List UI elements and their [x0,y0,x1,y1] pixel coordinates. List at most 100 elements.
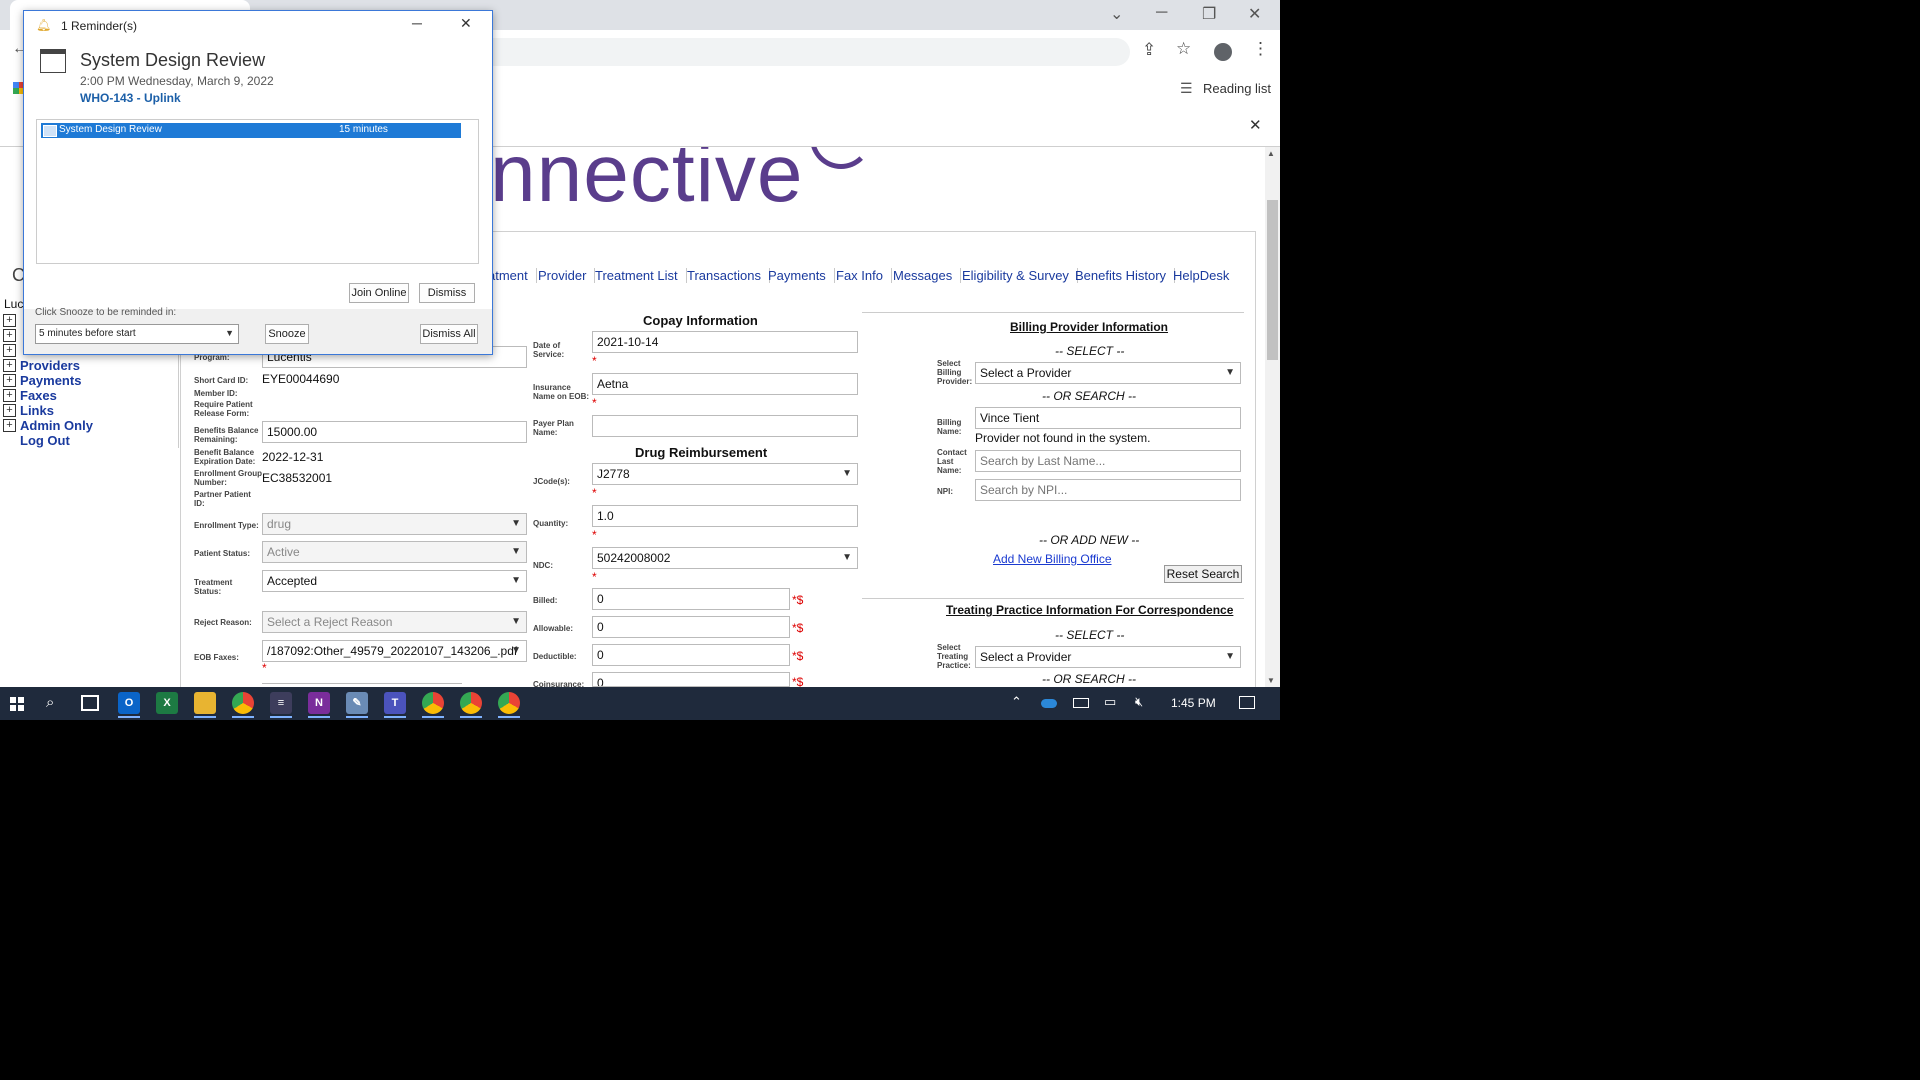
sidebar-item-admin-only[interactable]: Admin Only [20,418,93,433]
coinsurance-input[interactable]: 0 [592,672,790,687]
file-explorer-icon[interactable] [194,692,216,714]
chevron-down-icon: ▼ [1225,651,1235,662]
scrollbar-thumb[interactable] [1267,200,1278,360]
bookmark-star-icon[interactable]: ☆ [1176,39,1191,59]
terminal-icon[interactable]: ≡ [270,692,292,714]
reset-search-button[interactable]: Reset Search [1164,565,1242,583]
join-online-button[interactable]: Join Online [349,283,409,303]
expand-icon[interactable]: + [3,314,16,327]
sidebar-item-payments[interactable]: Payments [20,373,81,388]
clock-time[interactable]: 1:45 PM [1171,696,1216,710]
search-icon[interactable]: ⌕ [46,694,54,711]
expand-icon[interactable]: + [3,389,16,402]
profile-avatar-icon[interactable] [1214,43,1232,61]
tab-provider[interactable]: Provider [530,268,596,283]
eob-faxes-select[interactable]: /187092:Other_49579_20220107_143206_.pdf… [262,640,527,662]
event-title: System Design Review [80,50,266,70]
expand-icon[interactable]: + [3,344,16,357]
reading-list-button[interactable]: Reading list [1203,81,1271,96]
ndc-select[interactable]: 50242008002 ▼ [592,547,858,569]
insurance-name-input[interactable]: Aetna [592,373,858,395]
notepad-icon[interactable]: ✎ [346,692,368,714]
enrollment-group-value: EC38532001 [262,471,333,485]
treatment-status-select[interactable]: Accepted ▼ [262,570,527,592]
show-hidden-icons-chevron-icon[interactable]: ⌃ [1011,694,1022,710]
jcode-select[interactable]: J2778 ▼ [592,463,858,485]
volume-muted-icon[interactable]: 🔇︎ [1135,694,1143,710]
quantity-input[interactable]: 1.0 [592,505,858,527]
tab-eligibility-survey[interactable]: Eligibility & Survey [954,268,1078,283]
tab-payments[interactable]: Payments [760,268,835,283]
treating-practice-select[interactable]: Select a Provider ▼ [975,646,1241,668]
tab-helpdesk[interactable]: HelpDesk [1165,268,1237,283]
reminder-list [36,119,479,264]
reject-reason-select[interactable]: Select a Reject Reason ▼ [262,611,527,633]
battery-icon[interactable] [1073,698,1089,708]
sidebar-item-links[interactable]: Links [20,403,54,418]
expand-icon[interactable]: + [3,359,16,372]
billing-name-input[interactable]: Vince Tient [975,407,1241,429]
minimize-icon[interactable]: ─ [1156,4,1167,22]
enrollment-type-select[interactable]: drug ▼ [262,513,527,535]
snooze-button[interactable]: Snooze [265,324,309,344]
sidebar-logout-link[interactable]: Log Out [20,433,70,448]
scroll-down-arrow[interactable]: ▼ [1267,676,1275,685]
date-of-service-input[interactable]: 2021-10-14 [592,331,858,353]
dismiss-button[interactable]: Dismiss [419,283,475,303]
snooze-duration-select[interactable]: 5 minutes before start ▼ [35,324,239,344]
outlook-icon[interactable]: O [118,692,140,714]
expand-icon[interactable]: + [3,374,16,387]
allowable-input[interactable]: 0 [592,616,790,638]
payer-plan-input[interactable] [592,415,858,437]
quantity-value: 1.0 [597,509,614,523]
patient-status-select[interactable]: Active ▼ [262,541,527,563]
notifications-icon[interactable] [1239,696,1255,709]
close-infobar-icon[interactable]: ✕ [1249,116,1262,134]
sidebar-item-providers[interactable]: Providers [20,358,80,373]
tab-benefits-history[interactable]: Benefits History [1067,268,1176,283]
expand-icon[interactable]: + [3,329,16,342]
chevron-down-icon: ▼ [511,546,521,557]
event-location-link[interactable]: WHO-143 - Uplink [80,91,181,105]
deductible-input[interactable]: 0 [592,644,790,666]
network-icon[interactable]: ▭ [1104,694,1116,710]
patient-status-value: Active [267,545,300,559]
add-new-billing-office-link[interactable]: Add New Billing Office [993,552,1112,566]
expand-icon[interactable]: + [3,419,16,432]
dismiss-all-button[interactable]: Dismiss All [420,324,478,344]
share-icon[interactable]: ⇪ [1142,40,1156,60]
npi-input[interactable] [975,479,1241,501]
excel-icon[interactable]: X [156,692,178,714]
tab-fax-info[interactable]: Fax Info [828,268,892,283]
tab-search-icon[interactable]: ⌄ [1110,4,1123,24]
expand-icon[interactable]: + [3,404,16,417]
treatment-status-value: Accepted [267,574,318,588]
close-window-icon[interactable]: ✕ [1248,4,1261,24]
close-icon[interactable]: ✕ [460,15,472,32]
chrome-icon[interactable] [422,692,444,714]
required-marker: * [592,486,597,500]
minimize-icon[interactable]: ─ [412,15,422,31]
more-menu-icon[interactable]: ⋮ [1252,39,1269,59]
chrome-icon[interactable] [460,692,482,714]
chrome-icon[interactable] [232,692,254,714]
benefits-balance-input[interactable]: 15000.00 [262,421,527,443]
contact-last-name-input[interactable] [975,450,1241,472]
windows-start-icon[interactable] [10,697,24,711]
restore-icon[interactable]: ❐ [1202,4,1216,24]
address-bar[interactable] [480,38,1130,66]
tab-treatment-list[interactable]: Treatment List [587,268,687,283]
treating-practice-select-value: Select a Provider [980,650,1072,664]
sidebar-item-faxes[interactable]: Faxes [20,388,57,403]
tab-messages[interactable]: Messages [885,268,962,283]
task-view-icon[interactable] [81,695,99,711]
onedrive-icon[interactable] [1041,699,1057,708]
chrome-icon[interactable] [498,692,520,714]
onenote-icon[interactable]: N [308,692,330,714]
billed-input[interactable]: 0 [592,588,790,610]
quantity-label: Quantity: [533,519,569,528]
teams-icon[interactable]: T [384,692,406,714]
billing-provider-select[interactable]: Select a Provider ▼ [975,362,1241,384]
scroll-up-arrow[interactable]: ▲ [1267,149,1275,158]
tab-transactions[interactable]: Transactions [679,268,770,283]
